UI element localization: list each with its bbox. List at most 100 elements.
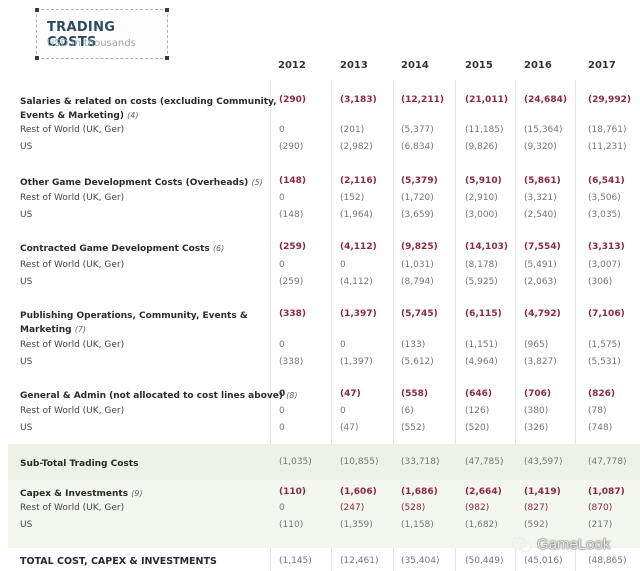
section-total-cell: (558) [401,389,429,399]
table-cell: (965) [524,340,549,350]
table-cell: (1,031) [401,260,434,270]
table-cell: (9,826) [465,142,498,152]
watermark-text: GameLook [537,536,611,553]
section-total-cell: (1,397) [340,309,377,319]
table-cell: (8,178) [465,260,498,270]
row-label: US [20,423,33,433]
table-cell: 0 [279,423,285,433]
table-cell: (15,364) [524,125,563,135]
table-cell: (259) [279,277,304,287]
row-label: US [20,142,33,152]
table-cell: (78) [588,406,607,416]
table-cell: 0 [279,193,285,203]
section-total-cell: (12,211) [401,95,444,105]
section-total-cell: (29,992) [588,95,631,105]
table-cell: 0 [340,406,346,416]
table-cell: (1,359) [340,520,373,530]
table-cell: (11,231) [588,142,627,152]
section-total-cell: (259) [279,242,307,252]
table-cell: (748) [588,423,613,433]
row-label: US [20,520,33,530]
table-cell: (3,659) [401,210,434,220]
subtotal-cell: (10,855) [340,457,379,467]
total-cell: (35,404) [401,556,440,566]
section-total-cell: (6,115) [465,309,502,319]
table-cell: (3,827) [524,357,557,367]
subtotal-cell: (1,035) [279,457,312,467]
table-cell: (338) [279,357,304,367]
table-cell: (6,834) [401,142,434,152]
selection-handle [165,56,169,60]
section-total-cell: (4,112) [340,242,377,252]
year-header: 2016 [524,60,552,71]
table-cell: (870) [588,503,613,513]
total-cell: (50,449) [465,556,504,566]
selection-handle [165,8,169,12]
table-cell: (1,151) [465,340,498,350]
capex-total-cell: (1,087) [588,487,625,497]
section-total-cell: (24,684) [524,95,567,105]
subtotal-label: Sub-Total Trading Costs [20,459,139,469]
footnote-ref: (5) [251,178,263,187]
table-cell: (2,910) [465,193,498,203]
table-cell: (5,491) [524,260,557,270]
section-total-cell: (7,554) [524,242,561,252]
section-label: Salaries & related on costs (excluding C… [20,97,277,121]
year-header: 2013 [340,60,368,71]
section-total-cell: (5,745) [401,309,438,319]
section-label: Contracted Game Development Costs (6) [20,244,225,254]
table-cell: (380) [524,406,549,416]
section-total-cell: (6,541) [588,176,625,186]
total-cell: (48,865) [588,556,627,566]
section-total-cell: (9,825) [401,242,438,252]
section-total-cell: (706) [524,389,552,399]
row-label: Rest of World (UK, Ger) [20,503,125,513]
table-cell: (3,321) [524,193,557,203]
table-cell: (1,397) [340,357,373,367]
row-label: US [20,277,33,287]
footnote-ref: (9) [131,489,143,498]
row-label: US [20,210,33,220]
table-cell: (592) [524,520,549,530]
section-total-cell: (4,792) [524,309,561,319]
section-total-cell: (5,861) [524,176,561,186]
table-cell: (5,531) [588,357,621,367]
table-cell: (18,761) [588,125,627,135]
table-cell: (126) [465,406,490,416]
total-cell: (12,461) [340,556,379,566]
table-cell: 0 [279,503,285,513]
table-cell: (520) [465,423,490,433]
row-label: Rest of World (UK, Ger) [20,260,125,270]
row-label: Rest of World (UK, Ger) [20,406,125,416]
table-cell: (982) [465,503,490,513]
table-cell: (11,185) [465,125,504,135]
table-cell: (3,506) [588,193,621,203]
table-cell: (3,000) [465,210,498,220]
table-title-box: TRADING COSTS USD in thousands [35,8,169,60]
row-label: US [20,357,33,367]
table-cell: (3,007) [588,260,621,270]
table-cell: (290) [279,142,304,152]
table-cell: (47) [340,423,359,433]
capex-total-cell: (1,686) [401,487,438,497]
table-cell: (528) [401,503,426,513]
table-cell: (2,982) [340,142,373,152]
capex-total-cell: (110) [279,487,307,497]
table-cell: (827) [524,503,549,513]
table-cell: (2,540) [524,210,557,220]
selection-handle [35,56,39,60]
table-cell: (4,964) [465,357,498,367]
selection-handle [35,8,39,12]
table-cell: (3,035) [588,210,621,220]
total-cell: (45,016) [524,556,563,566]
section-total-cell: 0 [279,389,286,399]
section-total-cell: (5,910) [465,176,502,186]
watermark: GameLook [512,536,610,553]
table-cell: (148) [279,210,304,220]
table-cell: (8,794) [401,277,434,287]
section-total-cell: (3,183) [340,95,377,105]
section-total-cell: (14,103) [465,242,508,252]
section-total-cell: (7,106) [588,309,625,319]
table-cell: 0 [279,125,285,135]
footnote-ref: (6) [212,244,225,253]
